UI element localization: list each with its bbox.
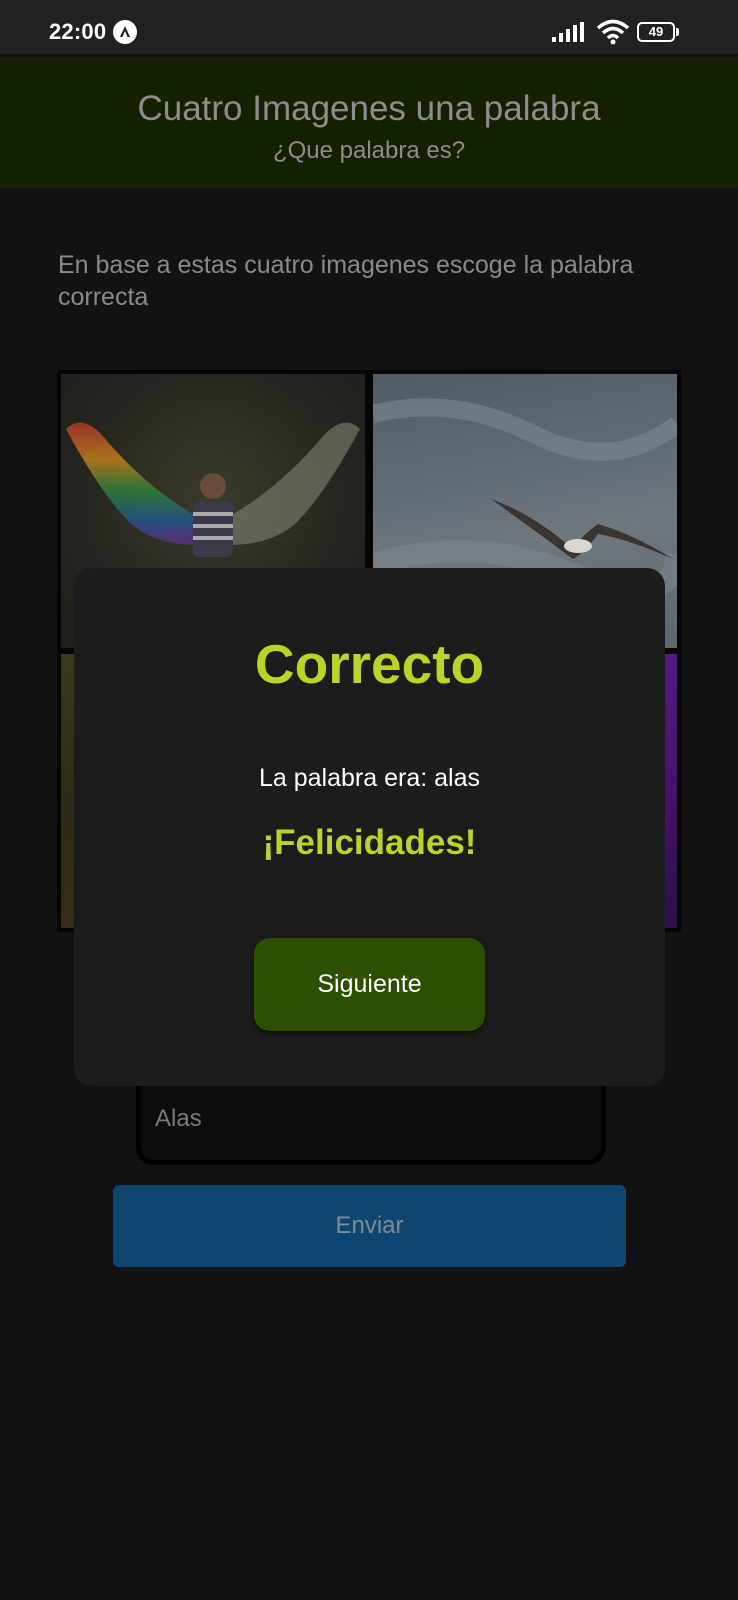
page-title: Cuatro Imagenes una palabra bbox=[137, 89, 601, 128]
next-button[interactable]: Siguiente bbox=[254, 938, 485, 1031]
result-message: La palabra era: alas bbox=[259, 764, 480, 792]
app-header: Cuatro Imagenes una palabra ¿Que palabra… bbox=[0, 57, 738, 188]
congrats-text: ¡Felicidades! bbox=[262, 823, 477, 862]
a-icon bbox=[113, 20, 137, 44]
answer-input[interactable] bbox=[155, 1105, 575, 1133]
status-time: 22:00 bbox=[49, 19, 107, 44]
battery-level: 49 bbox=[637, 22, 675, 42]
status-bar: 22:00 49 bbox=[0, 0, 738, 54]
result-dialog: Correcto La palabra era: alas ¡Felicidad… bbox=[74, 568, 665, 1086]
send-button[interactable]: Enviar bbox=[113, 1185, 626, 1267]
instructions-text: En base a estas cuatro imagenes escoge l… bbox=[58, 251, 634, 311]
wifi-icon bbox=[596, 19, 630, 50]
battery-icon: 49 bbox=[637, 22, 679, 42]
page-subtitle: ¿Que palabra es? bbox=[272, 137, 466, 164]
signal-icon bbox=[552, 22, 584, 47]
result-title: Correcto bbox=[254, 633, 485, 695]
